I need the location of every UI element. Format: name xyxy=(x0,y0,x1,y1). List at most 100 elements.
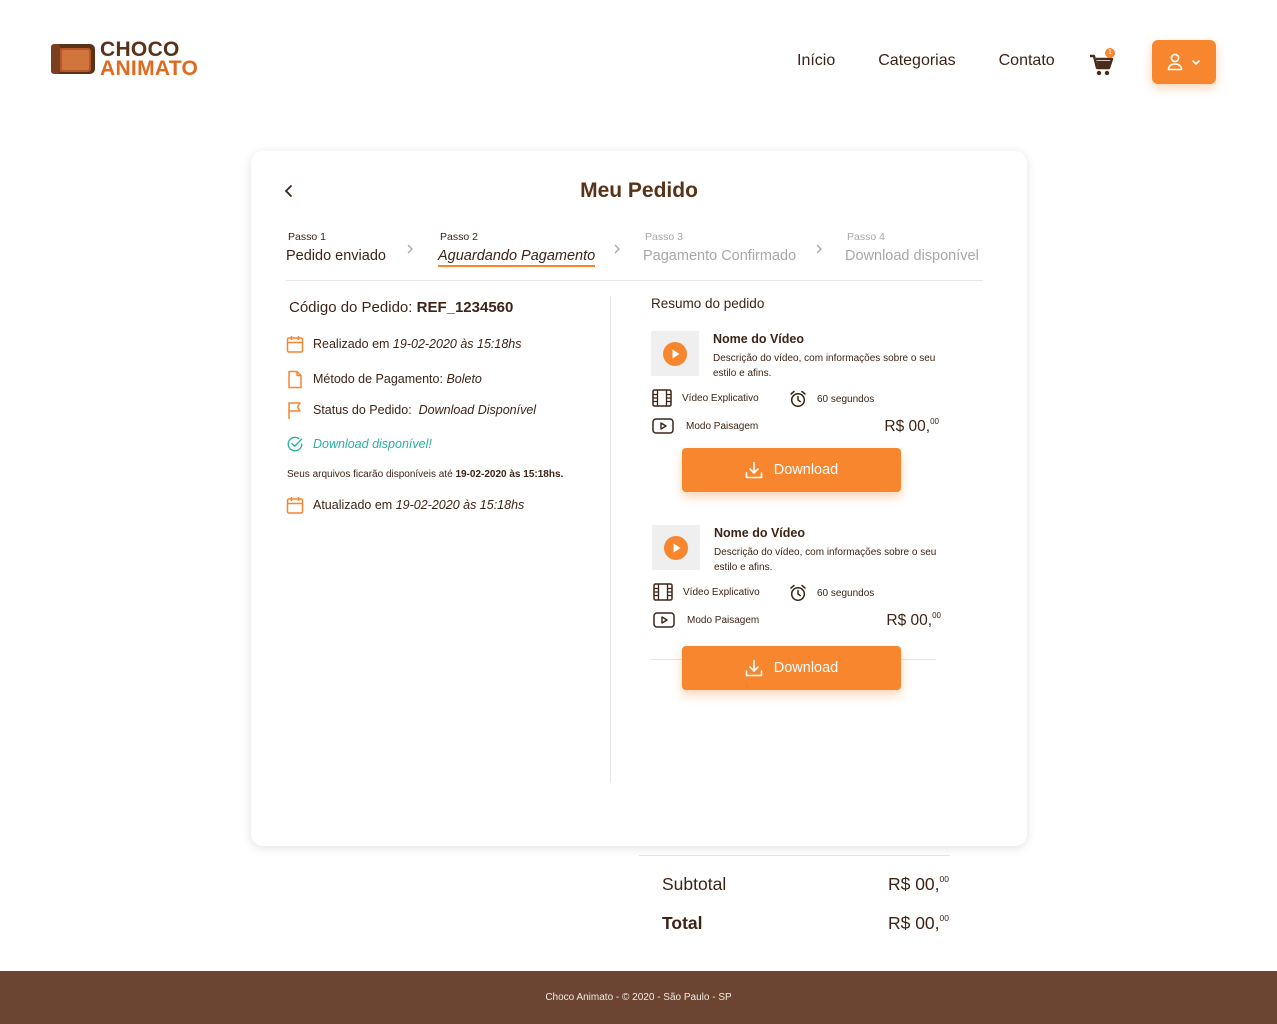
item-price-cents: 00 xyxy=(932,611,941,620)
alarm-clock-icon xyxy=(789,390,807,408)
item-price: R$ 00,00 xyxy=(884,417,939,436)
video-play-icon xyxy=(653,612,675,628)
totals-divider xyxy=(639,855,950,856)
calendar-icon xyxy=(286,495,304,515)
status-label: Status do Pedido: xyxy=(313,403,412,417)
created-row: Realizado em 19-02-2020 às 15:18hs xyxy=(286,334,522,354)
step-3: Passo 3 Pagamento Confirmado xyxy=(643,231,796,265)
main-nav: Início Categorias Contato xyxy=(797,52,1098,70)
video-play-icon xyxy=(652,418,674,434)
step-number: Passo 3 xyxy=(645,231,683,243)
step-number: Passo 2 xyxy=(440,231,478,243)
payment-row: Método de Pagamento: Boleto xyxy=(286,369,482,389)
play-icon xyxy=(664,535,688,560)
brand-logo[interactable]: CHOCO ANIMATO xyxy=(51,39,199,80)
created-value: 19-02-2020 às 15:18hs xyxy=(392,337,522,351)
column-divider xyxy=(610,296,611,783)
page-title: Meu Pedido xyxy=(580,179,698,202)
step-number: Passo 1 xyxy=(288,231,326,243)
brand-name-line2: ANIMATO xyxy=(100,57,199,80)
order-card: Meu Pedido Passo 1 Pedido enviado Passo … xyxy=(251,151,1027,933)
step-label: Pagamento Confirmado xyxy=(643,248,797,264)
item-orientation: Modo Paisagem xyxy=(653,612,759,628)
status-value: Download Disponível xyxy=(418,403,537,417)
chevron-right-icon xyxy=(816,244,822,254)
chevron-right-icon xyxy=(407,244,413,254)
alarm-clock-icon xyxy=(789,584,807,602)
item-price-main: R$ 00, xyxy=(884,418,931,435)
item-price-cents: 00 xyxy=(930,417,939,426)
item-duration-label: 60 segundos xyxy=(817,587,875,599)
note-prefix: Seus arquivos ficarão disponíveis até xyxy=(287,469,453,480)
play-icon xyxy=(663,341,687,366)
calendar-icon xyxy=(286,334,304,354)
subtotal-row: Subtotal R$ 00,00 xyxy=(662,874,949,895)
download-icon xyxy=(745,461,763,479)
total-value: R$ 00,00 xyxy=(888,913,949,934)
summary-item: Nome do Vídeo Descrição do vídeo, com in… xyxy=(652,525,952,725)
nav-item-categorias[interactable]: Categorias xyxy=(878,52,955,70)
item-name: Nome do Vídeo xyxy=(714,526,805,540)
updated-label: Atualizado em xyxy=(313,498,393,512)
user-menu-button[interactable] xyxy=(1152,40,1216,84)
item-duration-label: 60 segundos xyxy=(817,393,875,405)
document-icon xyxy=(286,369,304,389)
download-available-text: Download disponível! xyxy=(313,437,432,451)
item-price: R$ 00,00 xyxy=(886,611,941,630)
item-description: Descrição do vídeo, com informações sobr… xyxy=(713,353,936,379)
subtotal-value: R$ 00,00 xyxy=(888,874,949,895)
chevron-down-icon xyxy=(1192,59,1200,65)
check-circle-icon xyxy=(286,434,304,454)
nav-item-inicio[interactable]: Início xyxy=(797,52,835,70)
step-1: Passo 1 Pedido enviado xyxy=(286,231,386,265)
item-type: Vídeo Explicativo xyxy=(653,583,760,601)
download-icon xyxy=(745,659,763,677)
step-label: Aguardando Pagamento xyxy=(438,248,596,267)
order-steps: Passo 1 Pedido enviado Passo 2 Aguardand… xyxy=(286,231,983,281)
film-icon xyxy=(652,389,672,407)
item-type-label: Vídeo Explicativo xyxy=(683,586,760,598)
download-available-row: Download disponível! xyxy=(286,434,432,454)
download-button-label: Download xyxy=(773,462,839,478)
item-duration: 60 segundos xyxy=(789,390,874,408)
order-code-value: REF_1234560 xyxy=(416,299,514,316)
summary-title: Resumo do pedido xyxy=(651,296,765,311)
item-price-main: R$ 00, xyxy=(886,612,933,629)
flag-icon xyxy=(286,400,304,420)
updated-row: Atualizado em 19-02-2020 às 15:18hs xyxy=(286,495,524,515)
download-button-label: Download xyxy=(773,660,839,676)
cart-button[interactable]: 1 xyxy=(1088,48,1116,78)
video-thumbnail xyxy=(652,525,700,570)
total-label: Total xyxy=(662,913,703,933)
subtotal-cents: 00 xyxy=(939,874,949,884)
step-label: Pedido enviado xyxy=(286,248,386,264)
updated-value: 19-02-2020 às 15:18hs xyxy=(395,498,525,512)
item-duration: 60 segundos xyxy=(789,584,874,602)
item-type-label: Vídeo Explicativo xyxy=(682,392,759,404)
cart-count-badge: 1 xyxy=(1105,48,1115,58)
nav-item-contato[interactable]: Contato xyxy=(999,52,1055,70)
chocolate-logo-icon xyxy=(51,40,95,78)
footer-text: Choco Animato - © 2020 - São Paulo - SP xyxy=(545,992,732,1003)
item-orientation: Modo Paisagem xyxy=(652,418,758,434)
item-type: Vídeo Explicativo xyxy=(652,389,759,407)
item-name: Nome do Vídeo xyxy=(713,332,804,346)
order-code: Código do Pedido: REF_1234560 xyxy=(289,299,513,316)
created-label: Realizado em xyxy=(313,337,390,351)
item-orientation-label: Modo Paisagem xyxy=(687,614,760,626)
download-button[interactable]: Download xyxy=(682,646,901,690)
download-button[interactable]: Download xyxy=(682,448,901,492)
step-2: Passo 2 Aguardando Pagamento xyxy=(438,231,596,267)
footer: Choco Animato - © 2020 - São Paulo - SP xyxy=(0,971,1277,1024)
summary-item: Nome do Vídeo Descrição do vídeo, com in… xyxy=(651,331,951,531)
total-main: R$ 00, xyxy=(887,913,940,933)
step-4: Passo 4 Download disponível xyxy=(845,231,979,265)
step-label: Download disponível xyxy=(845,248,979,264)
subtotal-label: Subtotal xyxy=(662,874,727,894)
film-icon xyxy=(653,583,673,601)
total-row: Total R$ 00,00 xyxy=(662,913,949,934)
video-thumbnail xyxy=(651,331,699,376)
availability-note: Seus arquivos ficarão disponíveis até 19… xyxy=(287,469,563,480)
step-number: Passo 4 xyxy=(847,231,885,243)
user-icon xyxy=(1167,53,1183,71)
